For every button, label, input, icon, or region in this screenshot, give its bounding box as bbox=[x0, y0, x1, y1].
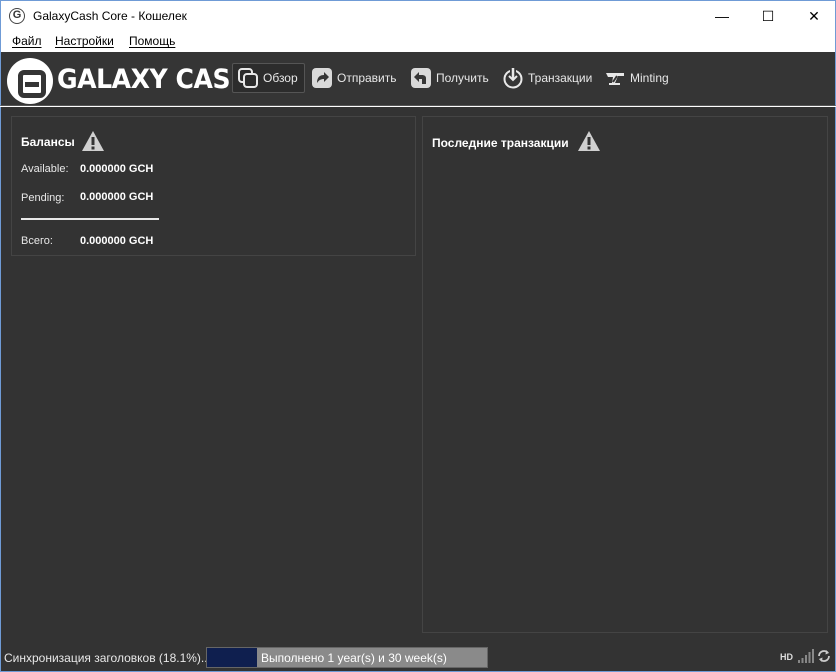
sync-progress-fill bbox=[207, 648, 258, 667]
tab-minting[interactable]: Minting bbox=[600, 63, 669, 93]
app-icon: G bbox=[9, 8, 25, 24]
tab-overview-label: Обзор bbox=[263, 71, 298, 85]
menu-file[interactable]: Файл bbox=[12, 34, 42, 48]
logo-text: GALAXY CASH bbox=[57, 64, 251, 95]
window-title: GalaxyCash Core - Кошелек bbox=[33, 9, 187, 23]
transactions-icon bbox=[502, 67, 524, 89]
available-label: Available: bbox=[21, 163, 69, 175]
menu-bar: Файл Настройки Помощь bbox=[0, 31, 836, 52]
send-icon bbox=[311, 67, 333, 89]
logo-circle bbox=[7, 58, 53, 104]
pending-label: Pending: bbox=[21, 192, 65, 204]
sync-icon[interactable] bbox=[817, 649, 831, 663]
status-bar: Синхронизация заголовков (18.1%)... Выпо… bbox=[0, 643, 836, 672]
network-signal-icon[interactable] bbox=[798, 649, 814, 663]
transactions-warning-icon[interactable] bbox=[577, 130, 601, 152]
pending-value: 0.000000 GCH bbox=[80, 191, 154, 203]
close-button[interactable]: ✕ bbox=[791, 1, 836, 31]
tab-receive-label: Получить bbox=[436, 71, 489, 85]
toolbar: GALAXY CASH Обзор Отправить Получить Тра… bbox=[0, 52, 836, 106]
title-bar: G GalaxyCash Core - Кошелек — ☐ ✕ bbox=[0, 0, 836, 31]
total-value: 0.000000 GCH bbox=[80, 235, 154, 247]
sync-status-text: Синхронизация заголовков (18.1%)... bbox=[4, 651, 211, 665]
minimize-button[interactable]: — bbox=[699, 1, 745, 31]
recent-transactions-title: Последние транзакции bbox=[432, 136, 569, 150]
balances-warning-icon[interactable] bbox=[81, 130, 105, 152]
tab-transactions-label: Транзакции bbox=[528, 71, 593, 85]
balance-divider bbox=[21, 218, 159, 220]
recent-transactions-panel: Последние транзакции bbox=[422, 116, 828, 633]
hd-indicator: HD bbox=[780, 652, 793, 662]
minting-icon bbox=[604, 67, 626, 89]
maximize-button[interactable]: ☐ bbox=[745, 1, 791, 31]
balances-panel: Балансы Available: 0.000000 GCH Pending:… bbox=[11, 116, 416, 256]
sync-progress-bar: Выполнено 1 year(s) и 30 week(s) bbox=[206, 647, 488, 668]
tab-send[interactable]: Отправить bbox=[307, 63, 397, 93]
tab-overview[interactable]: Обзор bbox=[232, 63, 305, 93]
menu-help[interactable]: Помощь bbox=[129, 34, 175, 48]
main-content: Балансы Available: 0.000000 GCH Pending:… bbox=[0, 107, 836, 643]
receive-icon bbox=[410, 67, 432, 89]
tab-send-label: Отправить bbox=[337, 71, 397, 85]
tab-minting-label: Minting bbox=[630, 71, 669, 85]
tab-receive[interactable]: Получить bbox=[406, 63, 489, 93]
balances-title: Балансы bbox=[21, 135, 75, 149]
sync-progress-text: Выполнено 1 year(s) и 30 week(s) bbox=[261, 651, 447, 665]
total-label: Всего: bbox=[21, 235, 53, 247]
menu-settings[interactable]: Настройки bbox=[55, 34, 114, 48]
overview-icon bbox=[237, 67, 259, 89]
available-value: 0.000000 GCH bbox=[80, 163, 154, 175]
tab-transactions[interactable]: Транзакции bbox=[498, 63, 592, 93]
